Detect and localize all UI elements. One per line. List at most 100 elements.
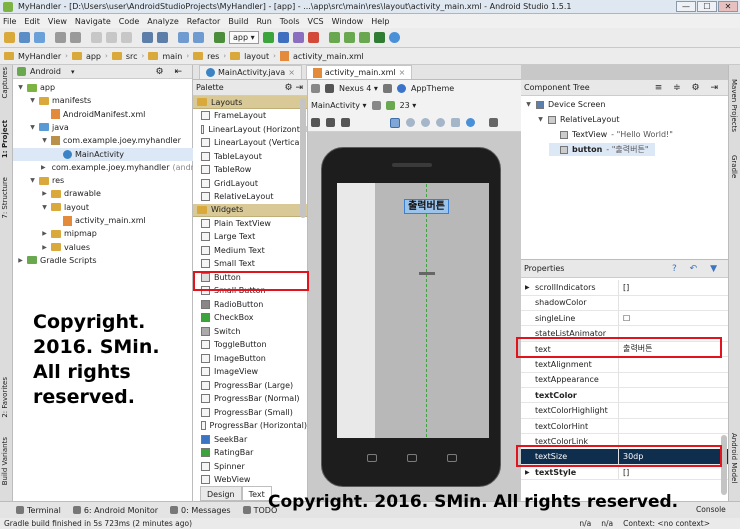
breadcrumb-item[interactable]: activity_main.xml — [293, 52, 364, 61]
expanded-arrow-icon[interactable]: ▼ — [41, 134, 48, 147]
palette-group-layouts[interactable]: Layouts — [193, 96, 307, 109]
minimize-button[interactable]: — — [676, 1, 696, 12]
captures-tab[interactable]: Captures — [1, 67, 9, 98]
orientation-icon[interactable] — [382, 84, 392, 93]
project-tree-item[interactable]: ▶ values — [13, 241, 193, 254]
run-icon[interactable] — [262, 32, 274, 43]
favorites-tab[interactable]: 2: Favorites — [1, 377, 9, 418]
palette-item-progressbar-large[interactable]: ProgressBar (Large) — [193, 379, 307, 393]
run-config-dropdown[interactable]: app ▾ — [229, 31, 259, 44]
save-icon[interactable] — [19, 32, 30, 43]
project-tree-item[interactable]: ▼ layout — [13, 201, 193, 214]
palette-item-tablerow[interactable]: TableRow — [193, 163, 307, 177]
sync-icon[interactable] — [34, 32, 45, 43]
bottom-tab-terminal[interactable]: Terminal — [16, 506, 61, 515]
menu-item-code[interactable]: Code — [119, 17, 139, 26]
expanded-arrow-icon[interactable]: ▼ — [29, 94, 36, 107]
project-tree-item[interactable]: ▶ mipmap — [13, 227, 193, 240]
design-canvas[interactable]: 출력버튼 — [308, 132, 521, 501]
property-row-singleline[interactable]: singleLine ☐ — [521, 310, 728, 327]
palette-item-checkbox[interactable]: CheckBox — [193, 311, 307, 325]
component-tree-node[interactable]: TextView - "Hello World!" — [549, 128, 673, 141]
align-icon[interactable] — [341, 118, 350, 127]
property-row-shadowcolor[interactable]: shadowColor — [521, 295, 728, 311]
palette-item-linearlayout-horizontal[interactable]: LinearLayout (Horizontal — [193, 123, 307, 137]
tab-mainactivity-java[interactable]: MainActivity.java × — [199, 65, 302, 79]
replace-icon[interactable] — [157, 32, 168, 43]
forward-icon[interactable] — [193, 32, 204, 43]
menu-item-analyze[interactable]: Analyze — [147, 17, 179, 26]
palette-item-linearlayout-vertical[interactable]: LinearLayout (Vertical) — [193, 136, 307, 150]
back-icon[interactable] — [178, 32, 189, 43]
copy-icon[interactable] — [106, 32, 117, 43]
property-row-textappearance[interactable]: textAppearance — [521, 372, 728, 388]
menu-item-refactor[interactable]: Refactor — [187, 17, 221, 26]
collapsed-arrow-icon[interactable]: ▶ — [41, 187, 48, 200]
expanded-arrow-icon[interactable]: ▼ — [17, 81, 24, 94]
property-row-scrollindicators[interactable]: ▶ scrollIndicators [] — [521, 280, 728, 296]
settings-gear-icon[interactable]: ⚙ ⇥ — [285, 83, 303, 93]
menu-item-tools[interactable]: Tools — [280, 17, 300, 26]
menu-item-help[interactable]: Help — [371, 17, 389, 26]
palette-item-medium-text[interactable]: Medium Text — [193, 244, 307, 258]
palette-item-tablelayout[interactable]: TableLayout — [193, 150, 307, 164]
project-tree-item[interactable]: ▼ res — [13, 174, 193, 187]
breadcrumb-item[interactable]: res — [207, 52, 219, 61]
expanded-arrow-icon[interactable]: ▼ — [29, 174, 36, 187]
device-selector[interactable]: Nexus 4 ▾ — [339, 84, 378, 93]
tab-activity_main-xml[interactable]: activity_main.xml × — [305, 65, 413, 79]
breadcrumb-item[interactable]: MyHandler — [18, 52, 61, 61]
project-tree-item[interactable]: ▶ Gradle Scripts — [13, 254, 193, 267]
make-project-icon[interactable] — [214, 32, 225, 43]
open-folder-icon[interactable] — [4, 32, 15, 43]
palette-item-small-text[interactable]: Small Text — [193, 257, 307, 271]
preview-button[interactable]: 출력버튼 — [404, 199, 449, 214]
palette-item-togglebutton[interactable]: ToggleButton — [193, 338, 307, 352]
expanded-arrow-icon[interactable]: ▼ — [525, 98, 532, 111]
bottom-tab-0-messages[interactable]: 0: Messages — [170, 506, 231, 515]
palette-item-imageview[interactable]: ImageView — [193, 365, 307, 379]
stop-icon[interactable] — [307, 32, 319, 43]
project-tree-item[interactable]: AndroidManifest.xml — [13, 108, 193, 121]
bottom-tab-6-android-monitor[interactable]: 6: Android Monitor — [72, 506, 158, 515]
collapsed-arrow-icon[interactable]: ▶ — [17, 254, 24, 267]
menu-item-edit[interactable]: Edit — [24, 17, 40, 26]
preview-hello-textview[interactable] — [419, 272, 435, 275]
zoom-actual-icon[interactable] — [406, 118, 415, 127]
palette-item-switch[interactable]: Switch — [193, 325, 307, 339]
expanded-arrow-icon[interactable]: ▼ — [537, 113, 544, 126]
project-tree-item[interactable]: ▼ manifests — [13, 94, 193, 107]
component-tree-node[interactable]: button - "출력버튼" — [549, 143, 655, 156]
find-icon[interactable] — [142, 32, 153, 43]
project-tree-item[interactable]: activity_main.xml — [13, 214, 193, 227]
layout-options-icon[interactable] — [311, 118, 320, 127]
palette-item-webview[interactable]: WebView — [193, 473, 307, 487]
gradle-tab[interactable]: Gradle — [730, 155, 738, 178]
project-tree-item[interactable]: ▶ drawable — [13, 187, 193, 200]
property-value[interactable]: ☐ — [619, 314, 630, 323]
project-tree-item[interactable]: MainActivity — [13, 147, 193, 161]
palette-item-spinner[interactable]: Spinner — [193, 460, 307, 474]
chevron-down-icon[interactable]: ▾ — [71, 68, 75, 76]
menu-item-build[interactable]: Build — [228, 17, 248, 26]
palette-item-progressbar-normal[interactable]: ProgressBar (Normal) — [193, 392, 307, 406]
zoom-in-icon[interactable] — [436, 118, 445, 127]
component-tree-node[interactable]: ▼ Device Screen — [525, 98, 605, 111]
undo-icon[interactable] — [55, 32, 66, 43]
api-level-selector[interactable]: 23 ▾ — [400, 101, 417, 110]
cut-icon[interactable] — [91, 32, 102, 43]
zoom-out-icon[interactable] — [421, 118, 430, 127]
property-row-textcolor[interactable]: textColor — [521, 387, 728, 404]
zoom-fit-icon[interactable] — [390, 117, 400, 128]
panel-controls-icon[interactable]: ⚙ ⇤ — [156, 67, 186, 77]
android-icon[interactable] — [373, 32, 385, 43]
property-row-textstyle[interactable]: ▶ textStyle[] — [521, 464, 728, 481]
menu-item-run[interactable]: Run — [256, 17, 271, 26]
device-screen[interactable] — [337, 183, 489, 438]
breadcrumb-item[interactable]: src — [126, 52, 138, 61]
palette-item-progressbar-horizontal[interactable]: ProgressBar (Horizontal) — [193, 419, 307, 433]
palette-item-imagebutton[interactable]: ImageButton — [193, 352, 307, 366]
expand-arrow-icon[interactable]: ▶ — [525, 280, 530, 295]
screenshot-icon[interactable] — [451, 118, 460, 127]
locale-icon[interactable] — [371, 101, 381, 110]
